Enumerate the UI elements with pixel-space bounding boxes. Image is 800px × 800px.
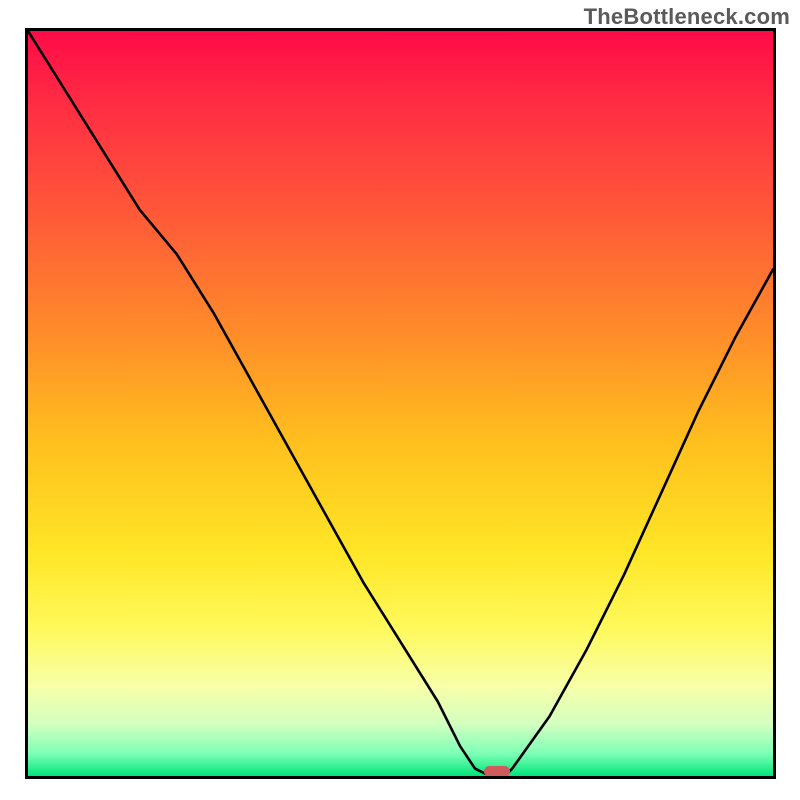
chart-container: TheBottleneck.com <box>0 0 800 800</box>
plot-area <box>25 28 776 779</box>
watermark-text: TheBottleneck.com <box>584 4 790 30</box>
bottleneck-curve <box>28 31 773 776</box>
minimum-marker <box>484 766 510 778</box>
